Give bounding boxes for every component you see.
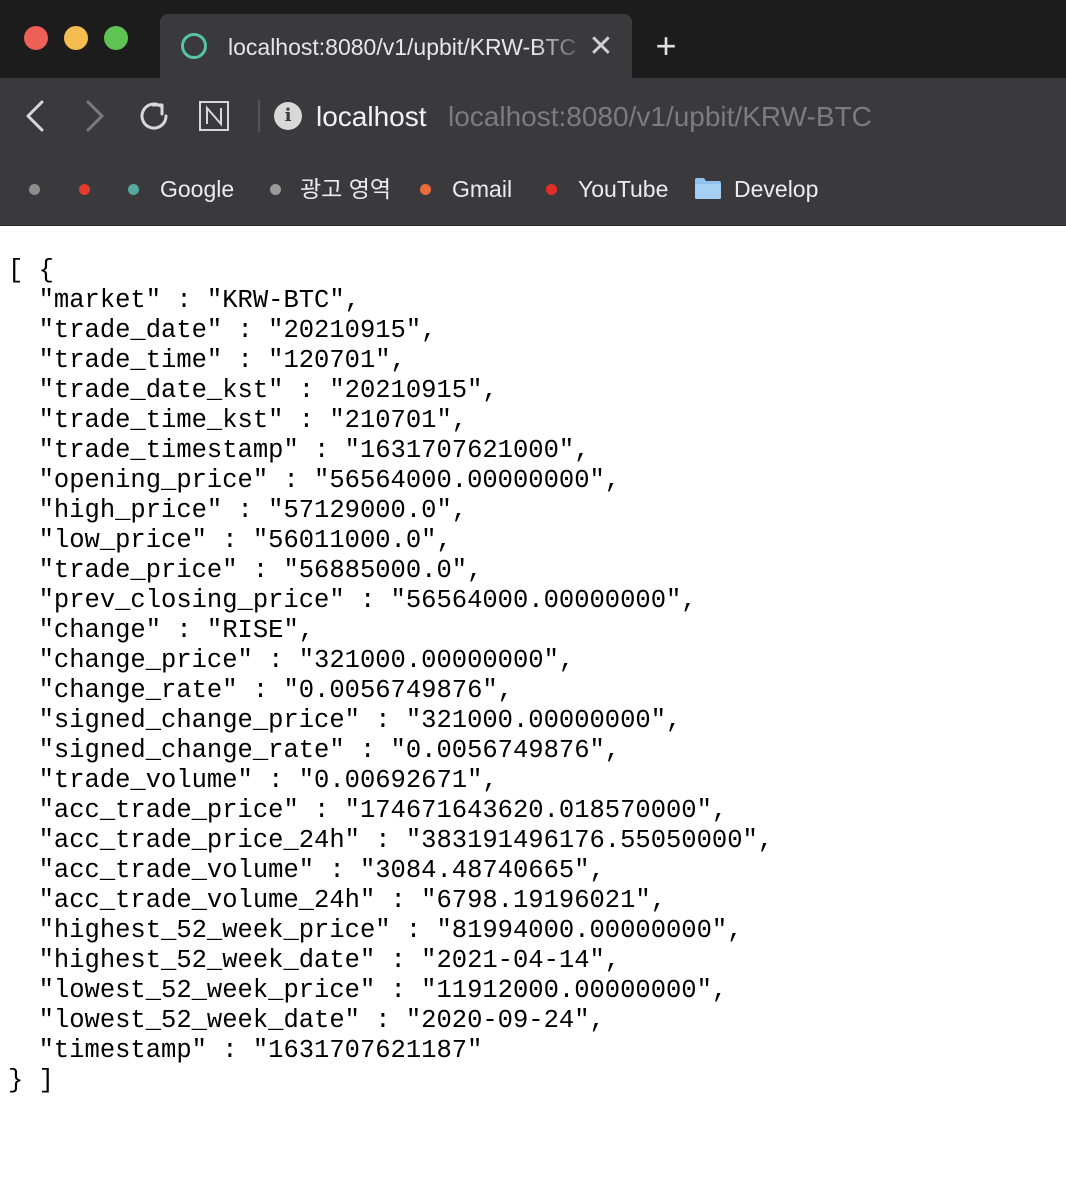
- json-response-text: [ { "market" : "KRW-BTC", "trade_date" :…: [8, 256, 773, 1096]
- json-line: "prev_closing_price" : "56564000.0000000…: [8, 586, 697, 615]
- google-favicon-icon: [128, 184, 139, 195]
- json-line: "trade_time_kst" : "210701",: [8, 406, 468, 435]
- json-line: "acc_trade_price_24h" : "383191496176.55…: [8, 826, 774, 855]
- circle-icon: [181, 33, 207, 59]
- json-line: "lowest_52_week_price" : "11912000.00000…: [8, 976, 728, 1005]
- bookmark-ad-area[interactable]: 광고 영역: [300, 173, 391, 205]
- address-host[interactable]: localhost: [316, 100, 427, 134]
- json-line: "timestamp" : "1631707621187": [8, 1036, 483, 1065]
- gmail-favicon-icon: [420, 184, 431, 195]
- json-line: "acc_trade_volume" : "3084.48740665",: [8, 856, 605, 885]
- close-window-button[interactable]: [24, 26, 48, 50]
- youtube-favicon-icon: [546, 184, 557, 195]
- new-tab-button[interactable]: +: [648, 28, 684, 64]
- bookmark-google[interactable]: Google: [160, 173, 234, 205]
- json-line: "change_price" : "321000.00000000",: [8, 646, 575, 675]
- ad-area-favicon-icon: [270, 184, 281, 195]
- minimize-window-button[interactable]: [64, 26, 88, 50]
- bookmark-develop-folder[interactable]: Develop: [734, 173, 818, 205]
- chevron-right-icon[interactable]: [74, 96, 114, 136]
- page-content: [ { "market" : "KRW-BTC", "trade_date" :…: [0, 226, 1066, 1190]
- json-line: "high_price" : "57129000.0",: [8, 496, 468, 525]
- json-line: "trade_date_kst" : "20210915",: [8, 376, 498, 405]
- tab-title: localhost:8080/v1/upbit/KRW-BTC: [228, 34, 577, 60]
- bookmark-favicon-icon[interactable]: [29, 184, 40, 195]
- json-line: "signed_change_price" : "321000.00000000…: [8, 706, 682, 735]
- json-line: "acc_trade_price" : "174671643620.018570…: [8, 796, 728, 825]
- browser-toolbar: i localhost localhost:8080/v1/upbit/KRW-…: [0, 78, 1066, 157]
- json-line: "change_rate" : "0.0056749876",: [8, 676, 513, 705]
- active-tab[interactable]: localhost:8080/v1/upbit/KRW-BTC ✕: [160, 14, 632, 78]
- json-line: "market" : "KRW-BTC",: [8, 286, 360, 315]
- json-line: "trade_time" : "120701",: [8, 346, 406, 375]
- info-icon[interactable]: i: [274, 102, 302, 130]
- json-line: } ]: [8, 1066, 54, 1095]
- window-titlebar: localhost:8080/v1/upbit/KRW-BTC ✕ +: [0, 0, 1066, 78]
- json-line: "opening_price" : "56564000.00000000",: [8, 466, 621, 495]
- json-line: "trade_timestamp" : "1631707621000",: [8, 436, 590, 465]
- chevron-left-icon[interactable]: [16, 96, 56, 136]
- json-line: "trade_date" : "20210915",: [8, 316, 437, 345]
- json-line: "signed_change_rate" : "0.0056749876",: [8, 736, 621, 765]
- json-line: "low_price" : "56011000.0",: [8, 526, 452, 555]
- bookmark-youtube[interactable]: YouTube: [578, 173, 668, 205]
- folder-icon: [694, 176, 722, 200]
- close-icon[interactable]: ✕: [588, 32, 614, 62]
- json-line: "lowest_52_week_date" : "2020-09-24",: [8, 1006, 605, 1035]
- json-line: "acc_trade_volume_24h" : "6798.19196021"…: [8, 886, 667, 915]
- json-line: [ {: [8, 256, 54, 285]
- bookmark-favicon-icon[interactable]: [79, 184, 90, 195]
- json-line: "highest_52_week_price" : "81994000.0000…: [8, 916, 743, 945]
- json-line: "trade_price" : "56885000.0",: [8, 556, 483, 585]
- bookmarks-bar: Google 광고 영역 Gmail YouTube Develop: [0, 155, 1066, 226]
- bookmark-gmail[interactable]: Gmail: [452, 173, 512, 205]
- n-extension-icon[interactable]: [194, 96, 234, 136]
- reload-icon[interactable]: [134, 96, 174, 136]
- toolbar-divider: [258, 100, 260, 132]
- json-line: "trade_volume" : "0.00692671",: [8, 766, 498, 795]
- zoom-window-button[interactable]: [104, 26, 128, 50]
- json-line: "highest_52_week_date" : "2021-04-14",: [8, 946, 621, 975]
- json-line: "change" : "RISE",: [8, 616, 315, 645]
- address-url[interactable]: localhost:8080/v1/upbit/KRW-BTC: [448, 100, 872, 134]
